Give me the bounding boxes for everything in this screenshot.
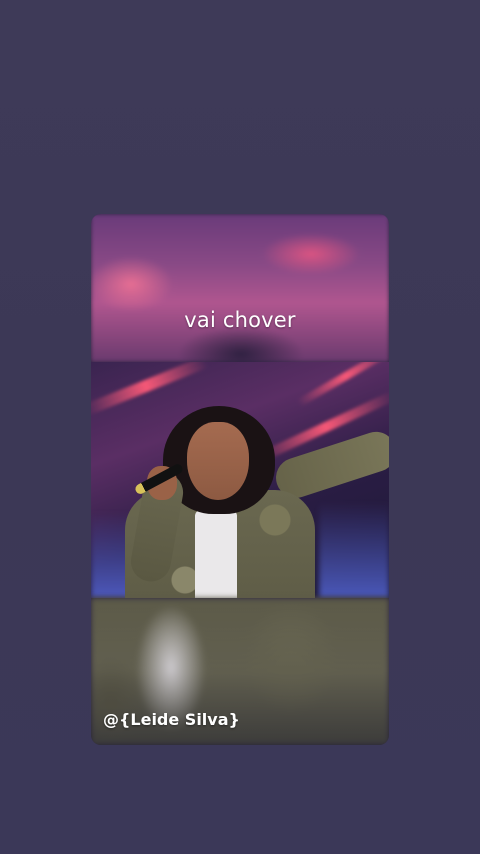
performer-face xyxy=(187,422,249,500)
video-player[interactable]: vai chover @{Leide Silva} xyxy=(91,214,389,745)
video-caption: vai chover xyxy=(184,308,296,332)
stage-light-blue xyxy=(319,502,389,598)
stage-light xyxy=(91,362,209,416)
blurred-top-background xyxy=(91,214,389,362)
video-frame xyxy=(91,362,389,598)
creator-watermark: @{Leide Silva} xyxy=(103,710,240,729)
screen: vai chover @{Leide Silva} xyxy=(0,0,480,854)
performer-shirt xyxy=(195,510,237,598)
